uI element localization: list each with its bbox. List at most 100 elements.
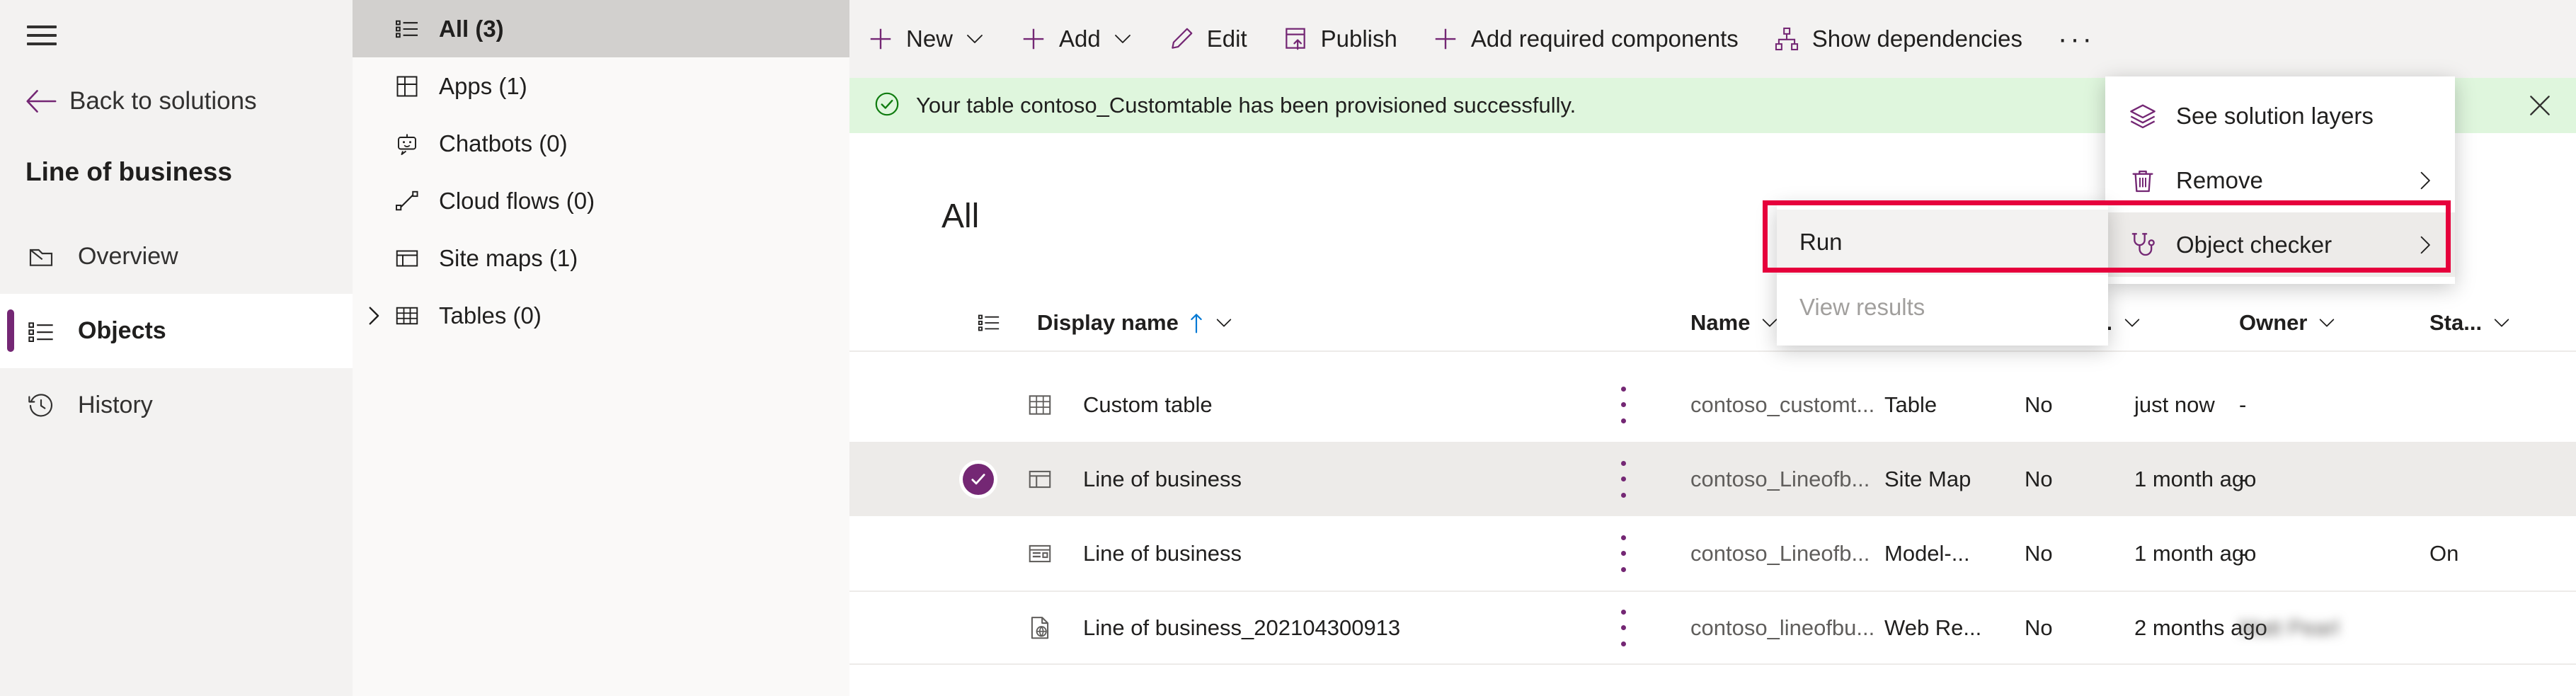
tree-item-label: Site maps (1) xyxy=(439,245,578,272)
cell-name: contoso_lineofbu... xyxy=(1690,615,1874,641)
modelapp-row-icon xyxy=(1025,539,1055,569)
column-header-display-name[interactable]: Display name xyxy=(1037,294,1234,352)
row-more-actions-button[interactable] xyxy=(1609,610,1637,646)
row-context-menu: See solution layers Remove xyxy=(2105,76,2455,284)
column-selector-icon[interactable] xyxy=(977,294,1001,352)
show-dependencies-button[interactable]: Show dependencies xyxy=(1756,0,2039,78)
sidebar-item-label: Overview xyxy=(78,243,178,270)
check-circle-icon xyxy=(874,91,900,121)
notification-message: Your table contoso_Customtable has been … xyxy=(916,93,1576,118)
hamburger-icon[interactable] xyxy=(27,25,57,48)
cell-managed: No xyxy=(2025,615,2053,641)
tree-item-cloud-flows[interactable]: Cloud flows (0) xyxy=(353,172,849,229)
cell-owner: - xyxy=(2239,392,2246,418)
new-button[interactable]: New xyxy=(849,0,1002,78)
context-menu-item-label: Object checker xyxy=(2176,232,2395,258)
cell-status: On xyxy=(2429,541,2458,566)
edit-button[interactable]: Edit xyxy=(1150,0,1264,78)
column-header-name[interactable]: Name xyxy=(1690,294,1780,352)
cell-modified: 1 month ago xyxy=(2134,541,2256,566)
show-dependencies-label: Show dependencies xyxy=(1812,25,2022,52)
objects-icon xyxy=(25,316,57,347)
chevron-down-icon[interactable] xyxy=(964,28,985,50)
tree-item-all[interactable]: All (3) xyxy=(353,0,849,57)
add-button[interactable]: Add xyxy=(1002,0,1150,78)
layers-icon xyxy=(2128,101,2158,131)
row-selected-check-icon[interactable] xyxy=(963,464,994,495)
table-row[interactable]: Custom table contoso_customt... Table No… xyxy=(849,367,2576,442)
chatbot-icon xyxy=(394,130,420,157)
cell-managed: No xyxy=(2025,392,2053,418)
sort-ascending-icon xyxy=(1189,312,1204,333)
apps-icon xyxy=(394,73,420,100)
chevron-right-icon[interactable] xyxy=(361,304,385,328)
column-header-label: Owner xyxy=(2239,310,2307,336)
column-header-owner[interactable]: Owner xyxy=(2239,294,2337,352)
tree-item-label: Chatbots (0) xyxy=(439,130,568,157)
sidebar-item-objects[interactable]: Objects xyxy=(0,294,353,368)
tree-item-tables[interactable]: Tables (0) xyxy=(353,287,849,344)
cell-display-name: Custom table xyxy=(1083,392,1213,418)
context-menu-item-object-checker[interactable]: Object checker xyxy=(2105,212,2455,277)
table-row-icon xyxy=(1025,390,1055,420)
app-root: Back to solutions Line of business Overv… xyxy=(0,0,2576,696)
add-button-label: Add xyxy=(1059,25,1101,52)
sitemap-row-icon xyxy=(1025,464,1055,494)
context-menu-item-label: Remove xyxy=(2176,167,2395,194)
context-menu-item-remove[interactable]: Remove xyxy=(2105,148,2455,212)
solution-title: Line of business xyxy=(25,157,232,187)
back-to-solutions-link[interactable]: Back to solutions xyxy=(25,89,257,113)
sidebar-item-overview[interactable]: Overview xyxy=(0,219,353,294)
submenu-item-run[interactable]: Run xyxy=(1777,210,2108,275)
cell-type: Model-... xyxy=(1884,541,1970,566)
row-more-actions-button[interactable] xyxy=(1609,535,1637,572)
tree-item-label: Cloud flows (0) xyxy=(439,188,595,215)
tree-item-site-maps[interactable]: Site maps (1) xyxy=(353,229,849,287)
sidebar-item-label: Objects xyxy=(78,317,166,345)
add-required-components-button[interactable]: Add required components xyxy=(1414,0,1756,78)
chevron-down-icon[interactable] xyxy=(2317,313,2337,333)
history-icon xyxy=(25,390,57,421)
chevron-down-icon[interactable] xyxy=(2122,313,2142,333)
webresource-row-icon xyxy=(1025,613,1055,643)
tree-item-chatbots[interactable]: Chatbots (0) xyxy=(353,115,849,172)
plus-icon xyxy=(1431,25,1460,53)
more-commands-button[interactable]: ··· xyxy=(2039,0,2113,78)
sitemap-icon xyxy=(394,245,420,272)
tree-item-apps[interactable]: Apps (1) xyxy=(353,57,849,115)
add-required-components-label: Add required components xyxy=(1471,25,1739,52)
sidebar-nav: Overview Objects xyxy=(0,219,353,443)
sidebar-item-history[interactable]: History xyxy=(0,368,353,443)
row-more-actions-button[interactable] xyxy=(1609,387,1637,423)
cell-managed: No xyxy=(2025,467,2053,492)
plus-icon xyxy=(1019,25,1048,53)
object-checker-submenu: Run View results xyxy=(1777,204,2108,346)
cell-type: Site Map xyxy=(1884,467,1971,492)
cell-modified: 1 month ago xyxy=(2134,467,2256,492)
grid-header: Display name Name Typ f... xyxy=(849,294,2576,352)
column-header-status[interactable]: Sta... xyxy=(2429,294,2512,352)
page-title: All xyxy=(941,197,979,236)
publish-button[interactable]: Publish xyxy=(1264,0,1414,78)
cell-display-name: Line of business xyxy=(1083,541,1242,566)
cell-type: Web Re... xyxy=(1884,615,1981,641)
close-icon[interactable] xyxy=(2512,78,2568,133)
table-row[interactable]: Line of business contoso_Lineofb... Site… xyxy=(849,442,2576,516)
cell-modified: just now xyxy=(2134,392,2215,418)
list-icon xyxy=(394,16,420,42)
context-menu-item-see-solution-layers[interactable]: See solution layers xyxy=(2105,84,2455,148)
row-more-actions-button[interactable] xyxy=(1609,461,1637,498)
chevron-down-icon[interactable] xyxy=(1112,28,1133,50)
cell-managed: No xyxy=(2025,541,2053,566)
objects-tree-panel: All (3) Apps (1) Chatbots xyxy=(353,0,849,696)
chevron-down-icon[interactable] xyxy=(1214,313,1234,333)
table-row[interactable]: Line of business contoso_Lineofb... Mode… xyxy=(849,516,2576,591)
table-row[interactable]: Line of business_202104300913 contoso_li… xyxy=(849,591,2576,665)
cell-type: Table xyxy=(1884,392,1937,418)
cell-display-name: Line of business_202104300913 xyxy=(1083,615,1400,641)
chevron-right-icon xyxy=(2414,170,2435,191)
cell-name: contoso_customt... xyxy=(1690,392,1874,418)
overview-icon xyxy=(25,241,57,273)
command-bar: New Add Edit xyxy=(849,0,2576,78)
chevron-down-icon[interactable] xyxy=(2492,313,2512,333)
